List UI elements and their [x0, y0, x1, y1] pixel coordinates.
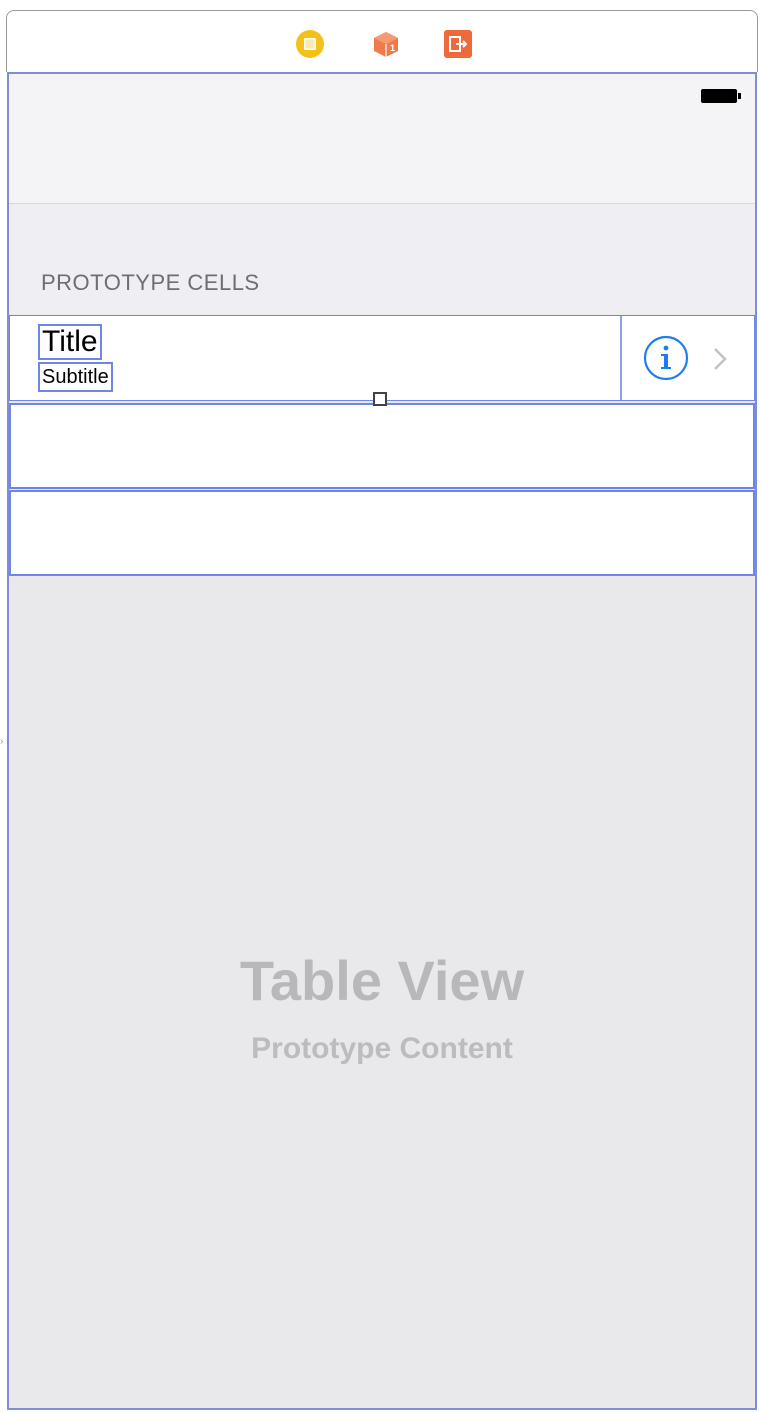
table-view-controller[interactable]: PROTOTYPE CELLS Title Subtitle Table Vie…	[7, 72, 757, 1410]
scene-dock: 1	[6, 10, 758, 72]
svg-text:1: 1	[390, 43, 395, 53]
section-header-label: PROTOTYPE CELLS	[41, 270, 260, 295]
exit-icon[interactable]	[443, 29, 473, 59]
table-cell[interactable]	[9, 490, 755, 576]
cell-resize-handle[interactable]	[373, 392, 387, 406]
navigation-bar	[9, 74, 755, 204]
cell-title-label[interactable]: Title	[38, 324, 102, 360]
chevron-right-icon	[710, 344, 730, 374]
cell-subtitle-label[interactable]: Subtitle	[38, 362, 113, 392]
first-responder-icon[interactable]: 1	[371, 29, 401, 59]
cell-content-view[interactable]: Title Subtitle	[10, 316, 622, 400]
view-controller-icon[interactable]	[295, 29, 325, 59]
section-header-area	[9, 204, 755, 314]
table-view-placeholder-title: Table View	[239, 949, 525, 1012]
table-cell[interactable]	[9, 403, 755, 489]
battery-icon	[701, 88, 741, 104]
table-view-placeholder-subtitle: Prototype Content	[251, 1032, 513, 1065]
segue-arrow-icon: ›	[0, 736, 4, 747]
info-icon[interactable]	[642, 334, 690, 382]
table-cell-subtitle[interactable]: Title Subtitle	[9, 315, 755, 401]
storyboard-scene: 1 › PROTOTYPE CELLS Title Subtitle Table…	[0, 0, 762, 1412]
